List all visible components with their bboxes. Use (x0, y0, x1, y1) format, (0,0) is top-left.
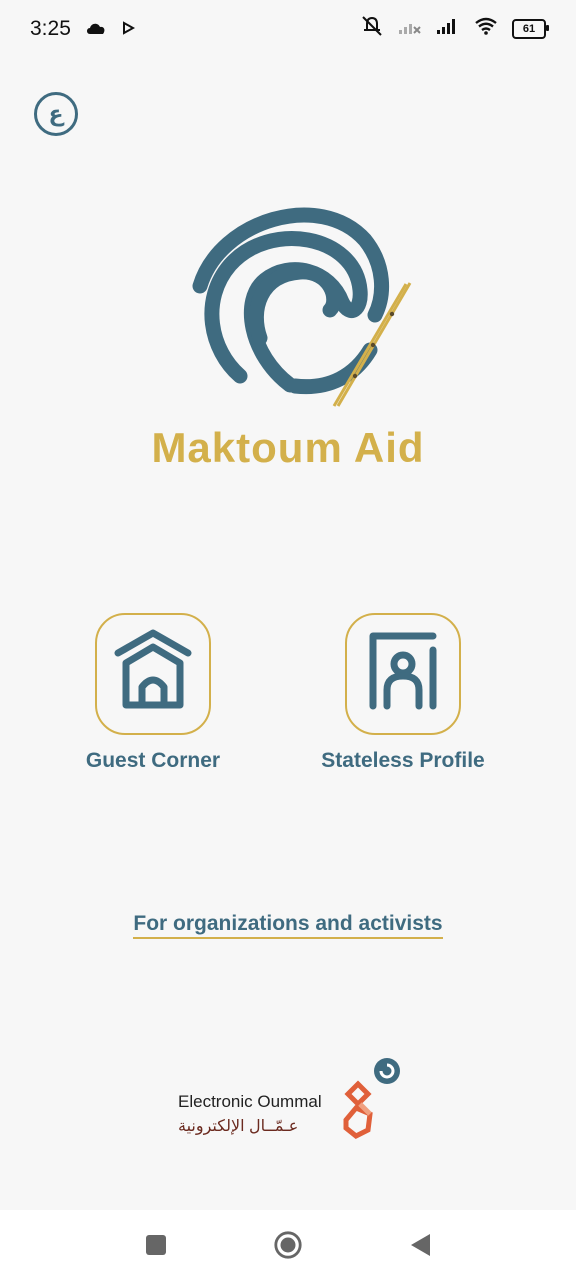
recents-button[interactable] (141, 1230, 171, 1260)
signal-x-icon (398, 17, 422, 41)
signal-icon (436, 17, 460, 41)
house-icon (112, 629, 194, 720)
status-right: 61 (360, 15, 549, 43)
stateless-profile-label: Stateless Profile (321, 749, 485, 772)
brand-name-ar: عـمّــال الإلكترونية (178, 1118, 299, 1135)
status-bar: 3:25 61 (0, 0, 576, 58)
language-toggle-button[interactable]: ع (34, 92, 78, 136)
guest-corner-button[interactable]: Guest Corner (73, 613, 233, 773)
system-nav-bar (0, 1210, 576, 1280)
wifi-icon (474, 17, 498, 41)
brand-name-en: Electronic Oummal (178, 1092, 322, 1111)
organizations-link[interactable]: For organizations and activists (133, 912, 443, 939)
stateless-profile-button[interactable]: Stateless Profile (321, 613, 485, 773)
play-icon (121, 18, 135, 41)
back-button[interactable] (405, 1230, 435, 1260)
cloud-icon (85, 18, 107, 41)
status-time: 3:25 (30, 17, 71, 40)
stateless-profile-tile[interactable] (345, 613, 461, 735)
app-title: Maktoum Aid (151, 424, 425, 471)
guest-corner-tile[interactable] (95, 613, 211, 735)
guest-corner-label: Guest Corner (85, 749, 221, 772)
footer-brand: Electronic Oummal عـمّــال الإلكترونية (178, 1052, 418, 1142)
status-left: 3:25 (30, 17, 135, 41)
org-link-container: For organizations and activists (0, 912, 576, 939)
oummal-logo-icon (340, 1052, 410, 1145)
fingerprint-logo-icon (180, 200, 420, 420)
mute-icon (360, 15, 384, 43)
home-button[interactable] (273, 1230, 303, 1260)
person-frame-icon (363, 630, 443, 719)
battery-icon: 61 (512, 19, 549, 39)
